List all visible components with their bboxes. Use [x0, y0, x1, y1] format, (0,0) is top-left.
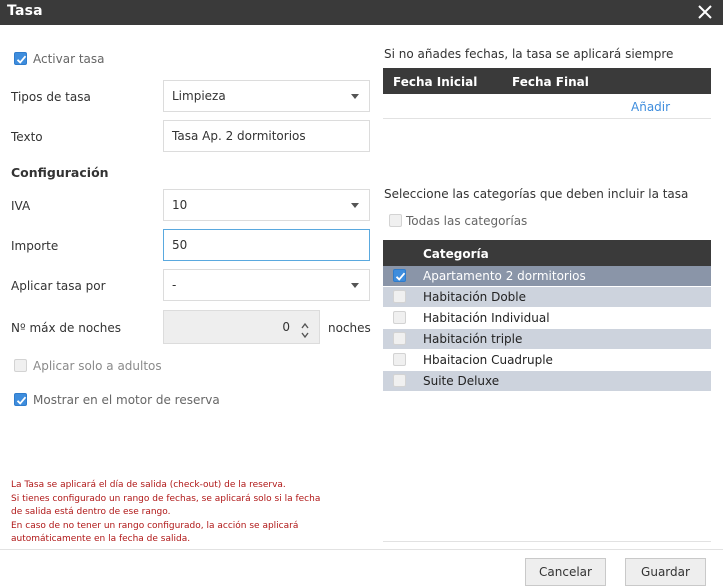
iva-value: 10 [172, 198, 188, 212]
footer-divider [0, 549, 723, 550]
category-checkbox[interactable] [393, 353, 406, 366]
aplicar-tasa-label: Aplicar tasa por [11, 279, 106, 293]
category-row[interactable]: Hbaitacion Cuadruple [383, 350, 711, 370]
category-row[interactable]: Suite Deluxe [383, 371, 711, 391]
aplicar-adultos-label: Aplicar solo a adultos [33, 359, 162, 373]
note-line: Si tienes configurado un rango de fechas… [11, 493, 321, 504]
spin-up-icon[interactable] [300, 319, 310, 329]
note-line: de salida está dentro de ese rango. [11, 507, 171, 517]
chevron-down-icon [351, 283, 359, 288]
importe-value: 50 [172, 238, 188, 252]
category-checkbox[interactable] [393, 311, 406, 324]
category-name: Habitación Doble [423, 290, 526, 304]
category-row[interactable]: Habitación Individual [383, 308, 711, 328]
category-name: Apartamento 2 dormitorios [423, 269, 586, 283]
chevron-down-icon [351, 94, 359, 99]
category-name: Hbaitacion Cuadruple [423, 353, 553, 367]
all-categories-checkbox[interactable] [389, 214, 402, 227]
aplicar-tasa-value: - [172, 278, 177, 292]
activar-tasa-checkbox[interactable] [14, 52, 27, 65]
category-row[interactable]: Apartamento 2 dormitorios [383, 266, 711, 286]
mostrar-motor-label: Mostrar en el motor de reserva [33, 393, 220, 407]
max-noches-input[interactable]: 0 [163, 310, 320, 344]
note-line: automáticamente en la fecha de salida. [11, 534, 191, 544]
iva-select[interactable]: 10 [163, 189, 370, 221]
category-checkbox[interactable] [393, 374, 406, 387]
max-noches-label: Nº máx de noches [11, 321, 122, 335]
divider [383, 541, 711, 542]
activar-tasa-label: Activar tasa [33, 52, 105, 66]
texto-input[interactable]: Tasa Ap. 2 dormitorios [163, 120, 370, 152]
aplicar-tasa-select[interactable]: - [163, 269, 370, 301]
max-noches-value: 0 [282, 320, 290, 334]
category-name: Suite Deluxe [423, 374, 500, 388]
categories-hint: Seleccione las categorías que deben incl… [384, 187, 689, 201]
col-categoria: Categoría [423, 247, 489, 261]
importe-input[interactable]: 50 [163, 229, 370, 261]
tipos-tasa-value: Limpieza [172, 89, 226, 103]
tipos-tasa-label: Tipos de tasa [11, 90, 91, 104]
close-icon[interactable] [695, 2, 715, 22]
mostrar-motor-checkbox[interactable] [14, 393, 27, 406]
cancel-button[interactable]: Cancelar [525, 558, 606, 586]
note-line: La Tasa se aplicará el día de salida (ch… [11, 480, 286, 490]
categories-table-header: Categoría [383, 240, 711, 266]
dialog-titlebar: Tasa [0, 0, 723, 25]
aplicar-adultos-checkbox[interactable] [14, 359, 27, 372]
category-name: Habitación triple [423, 332, 523, 346]
texto-label: Texto [11, 130, 43, 144]
dates-table-header: Fecha Inicial Fecha Final [383, 68, 711, 94]
category-checkbox[interactable] [393, 269, 406, 282]
all-categories-label: Todas las categorías [406, 214, 528, 228]
info-note: La Tasa se aplicará el día de salida (ch… [11, 479, 331, 547]
dialog-title: Tasa [7, 3, 43, 19]
texto-value: Tasa Ap. 2 dormitorios [172, 129, 306, 143]
noches-unit: noches [328, 321, 371, 335]
configuracion-heading: Configuración [11, 165, 109, 180]
category-row[interactable]: Habitación Doble [383, 287, 711, 307]
dates-hint: Si no añades fechas, la tasa se aplicará… [384, 47, 674, 61]
tipos-tasa-select[interactable]: Limpieza [163, 80, 370, 112]
chevron-down-icon [351, 203, 359, 208]
category-checkbox[interactable] [393, 290, 406, 303]
importe-label: Importe [11, 239, 59, 253]
col-fecha-final: Fecha Final [512, 75, 589, 89]
spin-down-icon[interactable] [300, 328, 310, 339]
divider [383, 118, 711, 119]
note-line: En caso de no tener un rango configurado… [11, 520, 299, 531]
col-fecha-inicial: Fecha Inicial [393, 75, 478, 89]
category-row[interactable]: Habitación triple [383, 329, 711, 349]
save-button[interactable]: Guardar [625, 558, 706, 586]
category-name: Habitación Individual [423, 311, 550, 325]
iva-label: IVA [11, 199, 31, 213]
add-date-link[interactable]: Añadir [631, 100, 670, 114]
category-checkbox[interactable] [393, 332, 406, 345]
